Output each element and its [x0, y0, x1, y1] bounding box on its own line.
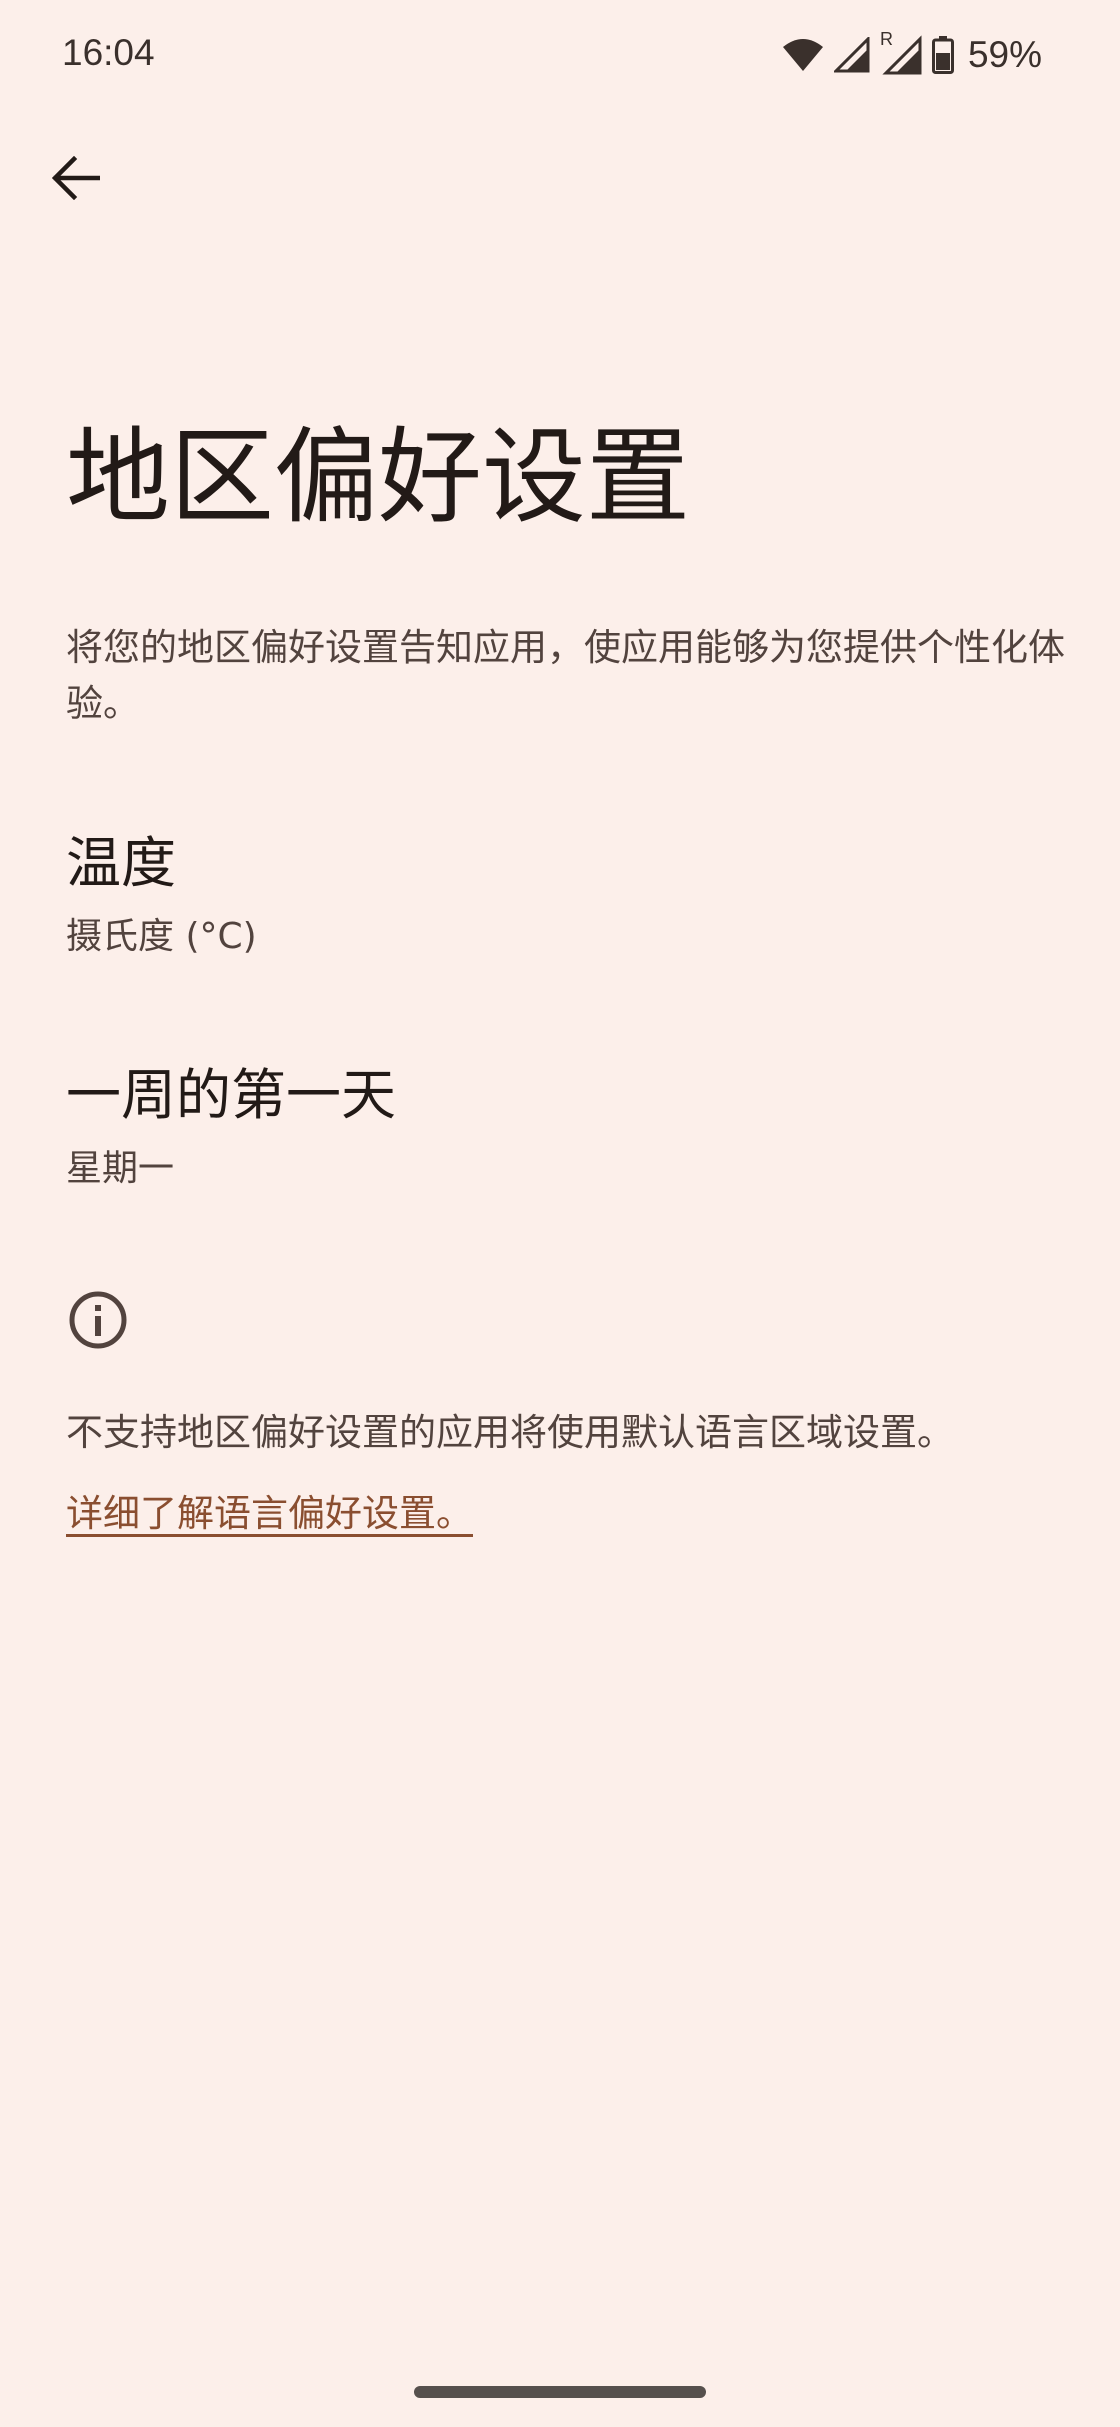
pref-summary: 摄氏度 (°C) [66, 916, 257, 957]
footer-text: 不支持地区偏好设置的应用将使用默认语言区域设置。 [66, 1411, 954, 1454]
back-button[interactable] [36, 140, 116, 220]
info-icon [66, 1288, 130, 1352]
pref-item-first-day-of-week[interactable]: 一周的第一天 星期一 [0, 1032, 1120, 1212]
arrow-back-icon [51, 155, 101, 204]
page-description: 将您的地区偏好设置告知应用，使应用能够为您提供个性化体验。 [66, 626, 1065, 725]
learn-more-link[interactable]: 详细了解语言偏好设置。 [66, 1486, 473, 1542]
navigation-handle[interactable] [414, 2386, 706, 2398]
battery-percent: 59% [967, 34, 1042, 75]
wifi-icon [782, 37, 824, 73]
pref-summary: 星期一 [66, 1148, 175, 1189]
cell-signal-icon [833, 37, 870, 73]
page-title: 地区偏好设置 [66, 416, 691, 538]
cell-signal-roaming-icon: R [880, 29, 922, 75]
status-time: 16:04 [62, 32, 155, 73]
pref-title: 一周的第一天 [66, 1063, 397, 1127]
status-icons: R 59% [782, 29, 1042, 80]
battery-icon [931, 36, 954, 74]
status-bar: 16:04 R 59% [0, 0, 1120, 110]
pref-item-temperature[interactable]: 温度 摄氏度 (°C) [0, 800, 1120, 980]
pref-title: 温度 [66, 831, 177, 895]
